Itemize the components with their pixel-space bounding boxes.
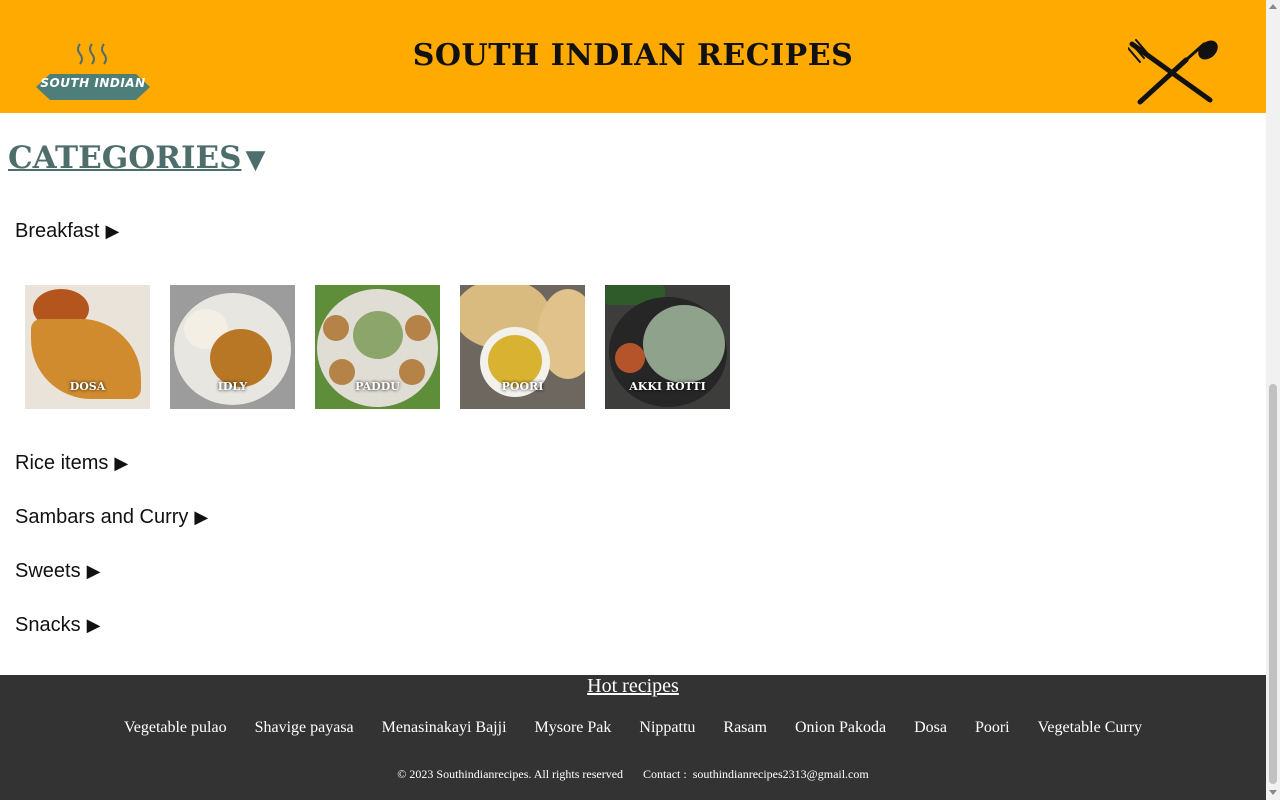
hot-recipe-link[interactable]: Menasinakayi Bajji [382,719,507,737]
category-label: Sambars and Curry [15,506,189,528]
recipe-card-akki-rotti[interactable]: AKKI ROTTI [605,285,730,409]
caret-right-icon: ▶ [86,561,101,581]
food-image [615,343,645,373]
recipe-label: DOSA [69,380,106,393]
copyright-text: © 2023 Southindianrecipes. All rights re… [397,767,624,781]
contact-label: Contact : [643,767,687,781]
food-image [323,315,349,341]
recipe-card-paddu[interactable]: PADDU [315,285,440,409]
category-label: Snacks [15,614,81,636]
hot-recipe-link[interactable]: Rasam [723,719,767,737]
hot-recipes-title[interactable]: Hot recipes [0,675,1266,698]
recipe-card-dosa[interactable]: DOSA [25,285,150,409]
logo-text: SOUTH INDIAN [40,76,146,90]
hot-recipe-link[interactable]: Poori [975,719,1010,737]
food-image [643,305,725,383]
category-snacks[interactable]: Snacks ▶ [15,614,100,637]
hot-recipe-link[interactable]: Vegetable pulao [124,719,227,737]
recipe-card-poori[interactable]: POORI [460,285,585,409]
caret-right-icon: ▶ [114,453,129,473]
recipe-card-idly[interactable]: IDLY [170,285,295,409]
page-title: SOUTH INDIAN RECIPES [412,38,854,73]
recipe-label: IDLY [217,380,248,393]
categories-label: CATEGORIES [8,140,242,176]
recipe-label: AKKI ROTTI [629,380,706,393]
caret-right-icon: ▶ [194,507,209,527]
hot-recipe-link[interactable]: Shavige payasa [255,719,354,737]
caret-right-icon: ▶ [105,221,120,241]
categories-heading[interactable]: CATEGORIES ▼ [8,140,265,176]
hot-recipe-link[interactable]: Nippattu [639,719,695,737]
food-image [353,311,403,359]
hot-recipes-links: Vegetable pulao Shavige payasa Menasinak… [0,719,1266,737]
recipe-label: PADDU [355,380,400,393]
category-sweets[interactable]: Sweets ▶ [15,560,100,583]
hot-recipe-link[interactable]: Onion Pakoda [795,719,886,737]
hot-recipe-link[interactable]: Mysore Pak [535,719,612,737]
category-label: Rice items [15,452,109,474]
caret-down-icon: ▼ [245,145,266,175]
category-breakfast[interactable]: Breakfast ▶ [15,220,119,243]
caret-right-icon: ▶ [86,615,101,635]
scroll-down-icon[interactable] [1269,790,1277,795]
food-image [210,329,272,387]
food-image [405,315,431,341]
site-header: SOUTH INDIAN SOUTH INDIAN RECIPES [0,0,1266,113]
fork-spoon-icon [1128,39,1218,105]
category-sambars-and-curry[interactable]: Sambars and Curry ▶ [15,506,208,529]
category-label: Sweets [15,560,81,582]
category-label: Breakfast [15,220,100,242]
site-footer: Hot recipes Vegetable pulao Shavige paya… [0,675,1266,800]
hot-recipe-link[interactable]: Vegetable Curry [1038,719,1142,737]
recipe-label: POORI [501,380,544,393]
category-rice-items[interactable]: Rice items ▶ [15,452,128,475]
hot-recipe-link[interactable]: Dosa [914,719,947,737]
scrollbar-thumb[interactable] [1269,384,1277,784]
contact-email[interactable]: southindianrecipes2313@gmail.com [693,767,869,781]
footer-bottom: © 2023 Southindianrecipes. All rights re… [0,767,1266,782]
page-scrollbar[interactable] [1266,0,1280,800]
scroll-up-icon[interactable] [1269,4,1277,9]
